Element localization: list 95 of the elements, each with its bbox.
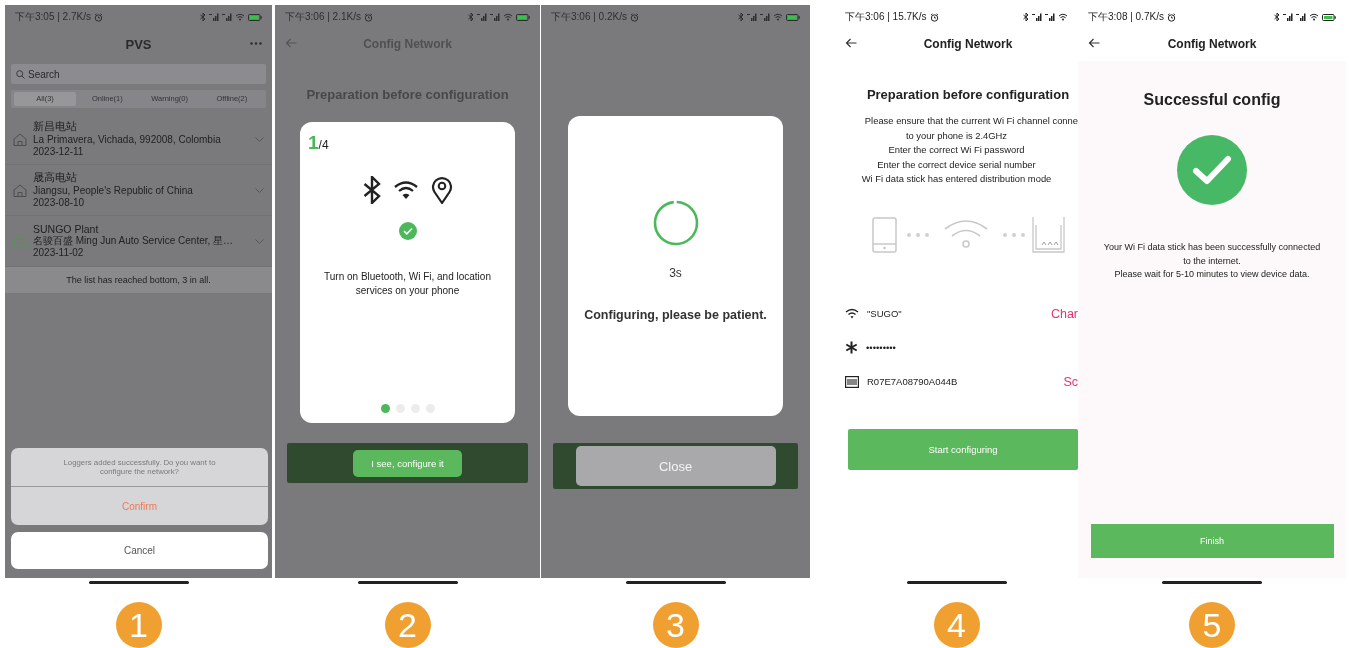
- status-time: 下午3:08 | 0.7K/s: [1088, 10, 1164, 24]
- screen-title: Config Network: [1167, 37, 1257, 51]
- instruction-line: Please ensure that the current Wi Fi channel conne: [864, 114, 1078, 128]
- back-arrow-icon[interactable]: [1088, 38, 1100, 48]
- step-number-badge: 3: [652, 602, 699, 648]
- plant-address: Jiangsu, People's Republic of China: [33, 185, 194, 197]
- step-number-badge: 5: [1189, 602, 1235, 648]
- countdown-text: 3s: [669, 266, 682, 280]
- loading-ring: [652, 200, 699, 246]
- signal-icon: [760, 13, 770, 21]
- wifi-icon: [392, 180, 419, 200]
- result-message: Please wait for 5-10 minutes to view device data.: [1113, 268, 1311, 281]
- alarm-clock-icon: [929, 12, 939, 22]
- plant-date: 2023-11-02: [33, 247, 85, 259]
- status-message: Configuring, please be patient.: [584, 308, 767, 322]
- step-number-badge: 2: [384, 602, 431, 648]
- status-time: 下午3:06 | 0.2K/s: [551, 10, 627, 24]
- check-circle-icon: [398, 222, 417, 240]
- wifi-icon: [1058, 13, 1068, 21]
- back-arrow-icon[interactable]: [845, 38, 857, 48]
- field-action-link[interactable]: Char: [1050, 306, 1078, 321]
- bluetooth-icon: [200, 12, 206, 22]
- field-value[interactable]: R07E7A08790A044B: [867, 376, 1056, 387]
- signal-icon: [1296, 13, 1306, 21]
- battery-icon: [1322, 13, 1336, 21]
- alarm-clock-icon: [1166, 12, 1176, 22]
- signal-icon: [1032, 13, 1042, 21]
- signal-icon: [747, 13, 757, 21]
- screen-title: Config Network: [923, 37, 1013, 51]
- plant-row[interactable]: 晟高电站 Jiangsu, People's Republic of China 2023-08-10: [5, 165, 272, 216]
- bluetooth-icon: [1023, 12, 1029, 22]
- field-value[interactable]: •••••••••: [866, 342, 1078, 353]
- wifi-icon: [1309, 13, 1319, 21]
- result-message: Your Wi Fi data stick has been successfully connected to the internet.: [1102, 241, 1322, 268]
- step-number-badge: 1: [115, 602, 162, 648]
- plant-date: 2023-08-10: [33, 197, 86, 209]
- battery-icon: [786, 13, 800, 21]
- guide-text: Turn on Bluetooth, Wi Fi, and location services on your phone: [323, 270, 492, 298]
- plant-address: La Primavera, Vichada, 992008, Colombia: [33, 134, 222, 146]
- signal-icon: [209, 13, 219, 21]
- result-heading: Successful config: [1143, 91, 1281, 109]
- step-number-badge: 4: [933, 602, 980, 648]
- search-field[interactable]: Search: [11, 64, 266, 84]
- cancel-button[interactable]: Cancel: [11, 532, 268, 569]
- signal-icon: [490, 13, 500, 21]
- section-heading: Preparation before configuration: [865, 87, 1071, 102]
- wifi-icon: [773, 13, 783, 21]
- plant-name: 新昌电站: [33, 120, 78, 134]
- finish-button[interactable]: Finish: [1090, 524, 1334, 558]
- chevron-down-icon[interactable]: [255, 187, 264, 193]
- alarm-clock-icon: [93, 12, 103, 22]
- wifi-icon: [503, 13, 513, 21]
- screen-title: PVS: [125, 36, 152, 52]
- chevron-down-icon[interactable]: [255, 136, 264, 142]
- battery-icon: [516, 13, 530, 21]
- plant-date: 2023-12-11: [33, 146, 85, 158]
- bluetooth-icon: [738, 12, 744, 22]
- more-menu-icon[interactable]: [250, 42, 262, 45]
- start-button[interactable]: Start configuring: [848, 428, 1078, 470]
- plant-name: SUNGO Plant: [33, 223, 100, 235]
- search-icon: [16, 70, 25, 79]
- chevron-down-icon[interactable]: [255, 238, 264, 244]
- alarm-clock-icon: [629, 12, 639, 22]
- step-counter: 1/4: [308, 132, 329, 154]
- configure-button[interactable]: I see, configure it: [353, 449, 462, 477]
- signal-icon: [1283, 13, 1293, 21]
- status-time: 下午3:06 | 15.7K/s: [845, 10, 927, 24]
- plant-name: 晟高电站: [33, 171, 78, 185]
- plant-row[interactable]: 新昌电站 La Primavera, Vichada, 992008, Colombia 2023-12-11: [5, 114, 272, 165]
- location-pin-icon: [430, 176, 453, 204]
- signal-icon: [222, 13, 232, 21]
- wifi-icon: [235, 13, 245, 21]
- bluetooth-icon: [1274, 12, 1280, 22]
- status-time: 下午3:05 | 2.7K/s: [15, 10, 91, 24]
- battery-icon: [248, 13, 262, 21]
- barcode-icon: [845, 375, 859, 388]
- status-time: 下午3:06 | 2.1K/s: [285, 10, 361, 24]
- instruction-line: Wi Fi data stick has entered distribution mode: [861, 172, 1052, 186]
- page-dot[interactable]: [380, 404, 390, 413]
- plant-address: 名骏百盛 Ming Jun Auto Service Center, 星…: [33, 235, 235, 247]
- bluetooth-icon: [362, 176, 381, 204]
- instruction-line: Enter the correct device serial number: [877, 157, 1036, 172]
- field-action-link[interactable]: Sc: [1063, 374, 1078, 389]
- instruction-line: to your phone is 2.4GHz: [905, 128, 1008, 143]
- signal-icon: [477, 13, 487, 21]
- list-end-note: The list has reached bottom, 3 in all.: [66, 275, 211, 285]
- wifi-icon: [845, 308, 859, 319]
- instruction-line: Enter the correct Wi Fi password: [888, 143, 1025, 157]
- field-value[interactable]: "SUGO": [867, 308, 1043, 319]
- signal-icon: [1045, 13, 1055, 21]
- check-circle-icon: [1177, 135, 1247, 205]
- asterisk-icon: [845, 341, 858, 354]
- alarm-clock-icon: [363, 12, 373, 22]
- bluetooth-icon: [468, 12, 474, 22]
- close-button[interactable]: Close: [575, 446, 776, 486]
